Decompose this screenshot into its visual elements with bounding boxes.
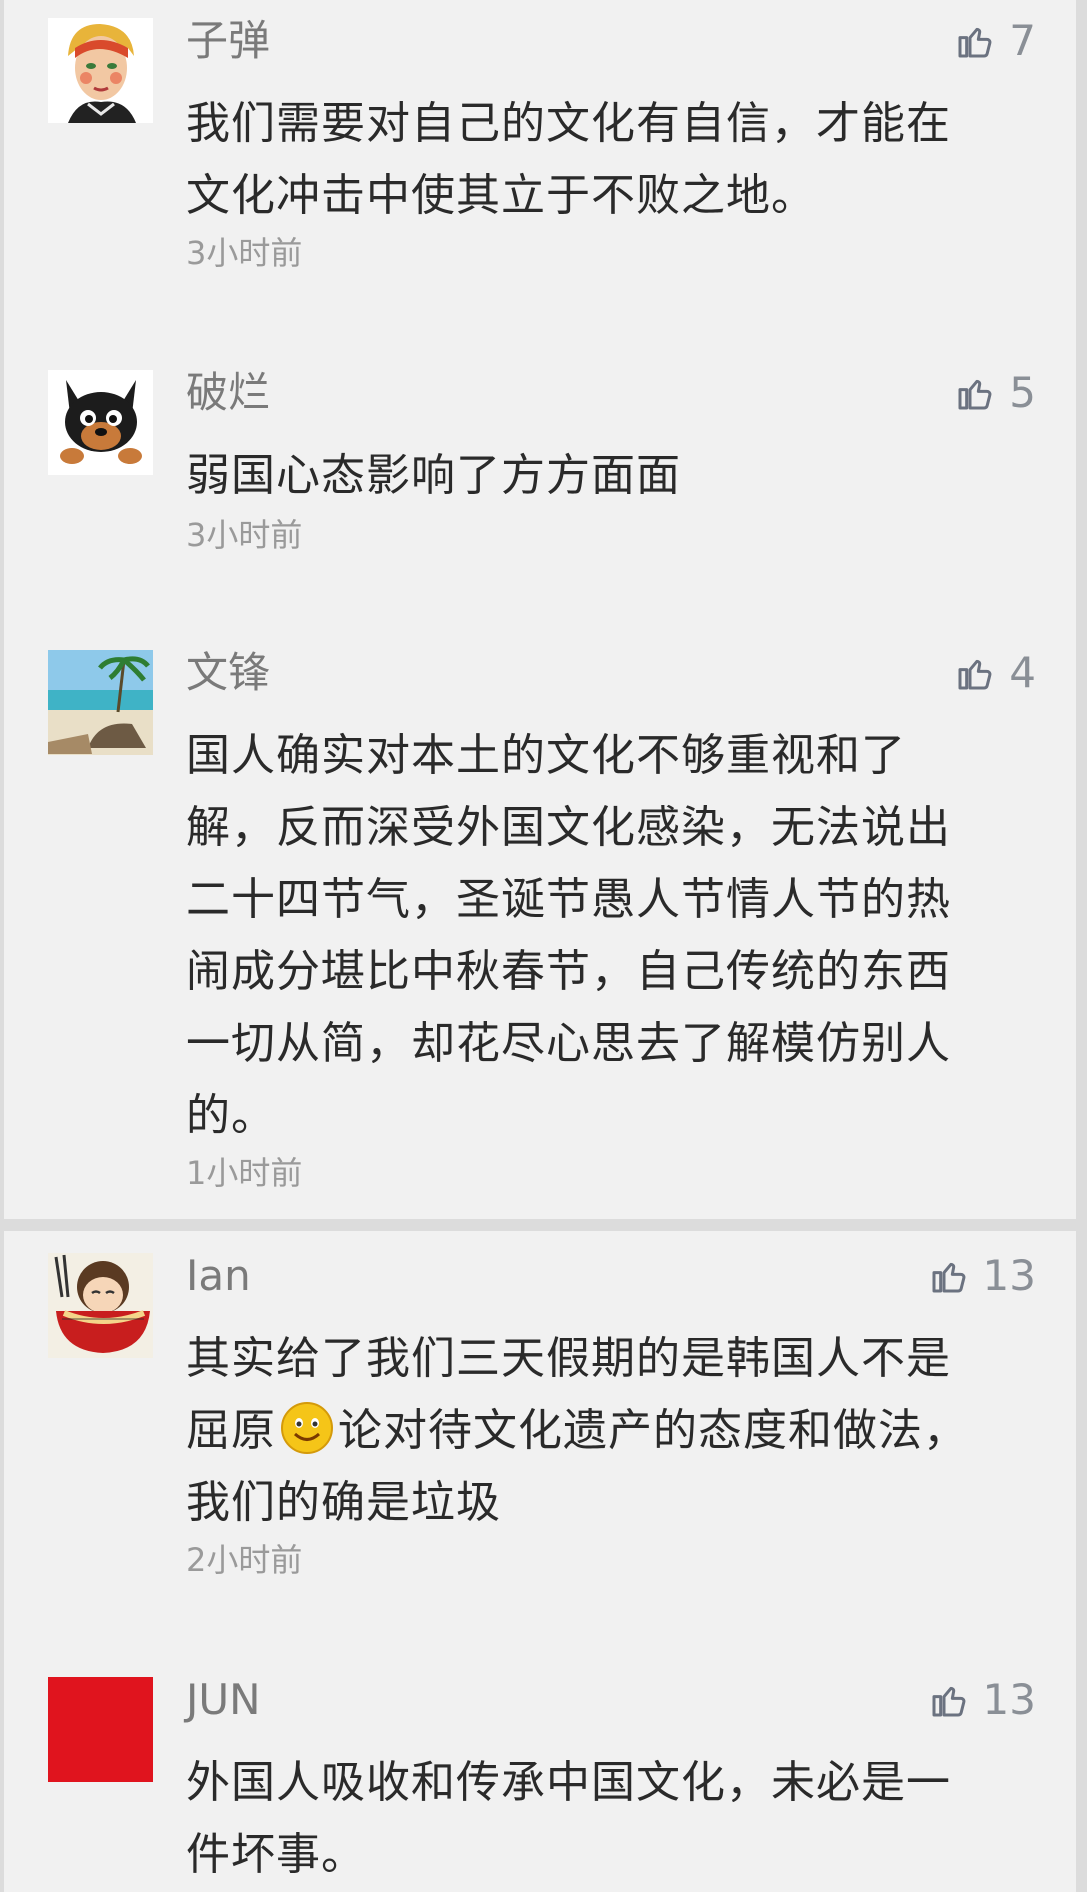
comment-text: 弱国心态影响了方方面面 — [186, 450, 681, 501]
author-name[interactable]: 子弹 — [186, 14, 270, 69]
smiley-emoji-icon — [281, 1402, 333, 1454]
noodle-bowl-girl-icon — [48, 1253, 153, 1358]
comment-item: 破烂 5 弱国心态影响了方方面面 3小时前 — [4, 360, 1076, 560]
like-count: 7 — [1009, 16, 1036, 65]
thumbs-up-icon — [958, 379, 992, 409]
comment-time: 3小时前 — [186, 516, 303, 554]
like-button[interactable]: 4 — [955, 648, 1036, 697]
like-button[interactable]: 5 — [955, 368, 1036, 417]
comment-item: Ian 13 其实给了我们三天假期的是韩国人不是 屈原 论对待文化遗产的态度和做法… — [4, 1243, 1076, 1603]
thumbs-up-icon — [958, 27, 992, 57]
thumbs-up-icon — [958, 659, 992, 689]
author-name[interactable]: Ian — [186, 1249, 251, 1304]
comment-card: Ian 13 其实给了我们三天假期的是韩国人不是 屈原 论对待文化遗产的态度和做法… — [4, 1231, 1076, 1892]
comment-time: 2小时前 — [186, 1541, 303, 1579]
like-count: 5 — [1009, 368, 1036, 417]
author-name[interactable]: JUN — [186, 1673, 261, 1728]
red-square-icon — [48, 1677, 153, 1782]
like-button[interactable]: 13 — [929, 1251, 1036, 1300]
avatar[interactable] — [48, 1677, 153, 1782]
comment-time: 3小时前 — [186, 234, 303, 272]
comment-text: 外国人吸收和传承中国文化，未必是一 件坏事。 — [186, 1757, 951, 1880]
comment-text: 其实给了我们三天假期的是韩国人不是 屈原 论对待文化遗产的态度和做法， 我们的确是… — [186, 1323, 1006, 1539]
avatar[interactable] — [48, 1253, 153, 1358]
avatar[interactable] — [48, 650, 153, 755]
comment-card: 子弹 7 我们需要对自己的文化有自信，才能在 文化冲击中使其立于不败之地。 3小… — [4, 0, 1076, 1219]
comment-item: 文锋 4 国人确实对本土的文化不够重视和了 解，反而深受外国文化感染，无法说出 … — [4, 640, 1076, 1200]
like-count: 13 — [982, 1251, 1036, 1300]
comment-text: 国人确实对本土的文化不够重视和了 解，反而深受外国文化感染，无法说出 二十四节气… — [186, 730, 951, 1141]
cartoon-dog-icon — [48, 370, 153, 475]
beach-photo-icon — [48, 650, 153, 755]
avatar[interactable] — [48, 370, 153, 475]
comment-time: 1小时前 — [186, 1154, 303, 1192]
author-name[interactable]: 破烂 — [186, 366, 270, 421]
comment-item: JUN 13 外国人吸收和传承中国文化，未必是一 件坏事。 — [4, 1667, 1076, 1892]
thumbs-up-icon — [932, 1686, 965, 1716]
cartoon-woman-portrait-icon — [48, 18, 153, 123]
like-button[interactable]: 13 — [929, 1675, 1036, 1724]
author-name[interactable]: 文锋 — [186, 646, 270, 701]
like-count: 4 — [1009, 648, 1036, 697]
thumbs-up-icon — [932, 1262, 965, 1292]
avatar[interactable] — [48, 18, 153, 123]
comment-text: 我们需要对自己的文化有自信，才能在 文化冲击中使其立于不败之地。 — [186, 98, 951, 221]
like-button[interactable]: 7 — [955, 16, 1036, 65]
like-count: 13 — [982, 1675, 1036, 1724]
comment-item: 子弹 7 我们需要对自己的文化有自信，才能在 文化冲击中使其立于不败之地。 3小… — [4, 8, 1076, 272]
